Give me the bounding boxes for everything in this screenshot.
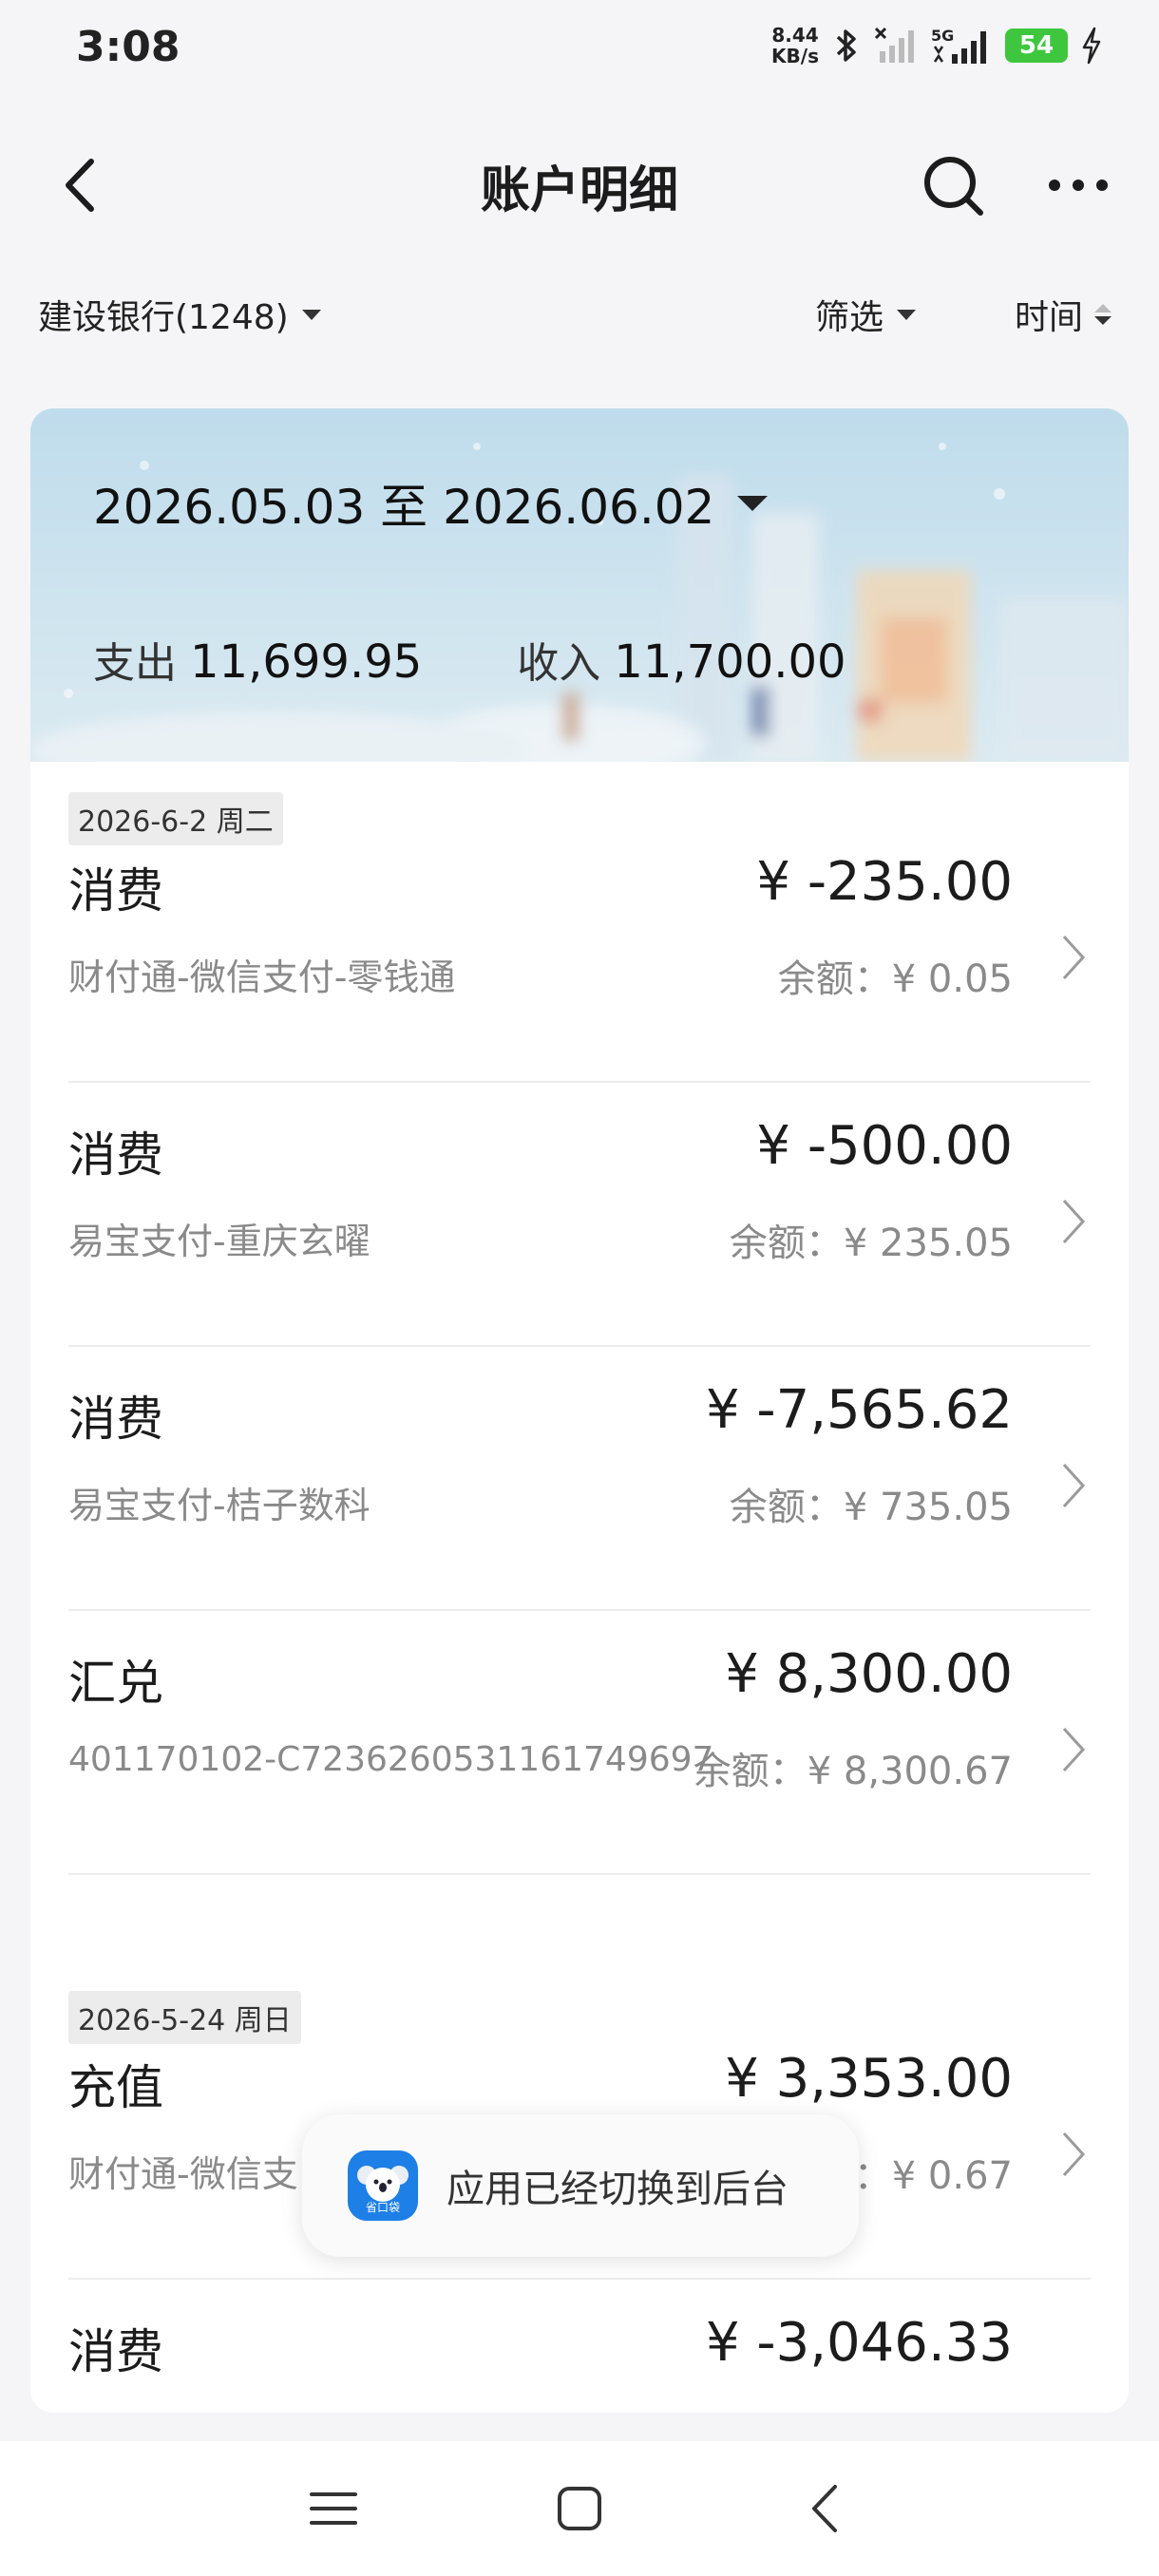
sort-by-time[interactable]: 时间 bbox=[1015, 290, 1112, 339]
expense-total: 11,699.95 bbox=[190, 635, 423, 689]
home-icon[interactable] bbox=[546, 2475, 613, 2542]
transaction-row[interactable]: 消费 ¥ -235.00 财付通-微信支付-零钱通 余额：¥ 0.05 bbox=[68, 819, 1091, 1083]
app-logo-icon: 省口袋 bbox=[348, 2150, 418, 2221]
transaction-row[interactable]: 消费 ¥ -3,046.33 bbox=[68, 2280, 1091, 2413]
chevron-right-icon bbox=[1062, 1199, 1086, 1244]
transaction-type: 充值 bbox=[68, 2060, 163, 2115]
transaction-amount: ¥ 8,300.00 bbox=[725, 1643, 1013, 1705]
income-total: 11,700.00 bbox=[614, 635, 846, 689]
account-selector-label: 建设银行(1248) bbox=[38, 298, 289, 337]
period-totals: 支出 11,699.95 收入 11,700.00 bbox=[93, 629, 846, 690]
filter-dropdown[interactable]: 筛选 bbox=[815, 290, 917, 339]
sort-icon bbox=[1094, 304, 1112, 325]
menu-icon[interactable] bbox=[300, 2475, 367, 2542]
chevron-right-icon bbox=[1062, 935, 1086, 980]
row-divider bbox=[68, 1873, 1091, 1875]
caret-down-icon bbox=[301, 309, 321, 320]
network-speed-unit: KB/s bbox=[771, 45, 819, 67]
background-switch-toast: 省口袋 应用已经切换到后台 bbox=[302, 2114, 859, 2257]
status-bar: 3:08 8.44 KB/s 5G 54 bbox=[0, 0, 1159, 104]
transaction-row[interactable]: 汇兑 ¥ 8,300.00 401170102-C723626053116174… bbox=[68, 1611, 1091, 1875]
battery-indicator: 54 bbox=[1005, 28, 1068, 63]
transaction-type: 消费 bbox=[68, 1127, 163, 1183]
chevron-right-icon bbox=[1062, 1727, 1086, 1772]
income-label: 收入 bbox=[517, 639, 601, 688]
app-logo-text: 省口袋 bbox=[366, 2201, 400, 2214]
date-range-selector[interactable]: 2026.05.03 至 2026.06.02 bbox=[93, 469, 769, 538]
chevron-right-icon bbox=[1062, 2131, 1086, 2177]
transaction-balance: 余额：¥ 0.05 bbox=[777, 957, 1013, 1001]
filter-bar: 建设银行(1248) 筛选 时间 bbox=[0, 280, 1159, 347]
transaction-amount: ¥ -235.00 bbox=[756, 851, 1013, 913]
transaction-amount: ¥ -7,565.62 bbox=[705, 1379, 1013, 1441]
transaction-description: 易宝支付-桔子数科 bbox=[68, 1485, 370, 1526]
transaction-type: 消费 bbox=[68, 863, 163, 919]
filter-dropdown-label: 筛选 bbox=[815, 298, 884, 337]
signal-no-sim-icon bbox=[874, 27, 914, 63]
transaction-type: 消费 bbox=[68, 1392, 163, 1447]
network-speed-value: 8.44 bbox=[771, 24, 819, 47]
transaction-balance: 余额：¥ 8,300.67 bbox=[693, 1750, 1013, 1793]
transaction-balance: 余额：¥ 735.05 bbox=[729, 1486, 1013, 1529]
transaction-amount: ¥ -3,046.33 bbox=[705, 2312, 1013, 2374]
search-icon[interactable] bbox=[920, 152, 988, 220]
caret-down-icon bbox=[737, 496, 769, 511]
status-time: 3:08 bbox=[76, 23, 180, 71]
expense-label: 支出 bbox=[93, 639, 177, 688]
toast-message: 应用已经切换到后台 bbox=[446, 2168, 788, 2211]
account-selector[interactable]: 建设银行(1248) bbox=[38, 290, 321, 339]
charging-icon bbox=[1082, 27, 1101, 65]
transaction-amount: ¥ -500.00 bbox=[756, 1115, 1013, 1177]
winter-scene-illustration bbox=[30, 443, 1129, 762]
date-range-text: 2026.05.03 至 2026.06.02 bbox=[93, 480, 715, 535]
system-navigation-bar bbox=[0, 2441, 1159, 2576]
transaction-row[interactable]: 消费 ¥ -7,565.62 易宝支付-桔子数科 余额：¥ 735.05 bbox=[68, 1347, 1091, 1611]
summary-banner: 2026.05.03 至 2026.06.02 支出 11,699.95 收入 … bbox=[30, 408, 1129, 762]
transaction-type: 消费 bbox=[68, 2324, 163, 2379]
top-app-bar: 账户明细 bbox=[0, 133, 1159, 237]
network-type-text: 5G bbox=[931, 27, 954, 45]
transaction-balance: 余额：¥ 235.05 bbox=[729, 1222, 1013, 1265]
transaction-description: 财付通-微信支 bbox=[68, 2153, 298, 2195]
more-options-icon[interactable] bbox=[1045, 161, 1112, 209]
transaction-description: 财付通-微信支付-零钱通 bbox=[68, 957, 456, 998]
network-speed: 8.44 KB/s bbox=[771, 25, 819, 66]
transaction-type: 汇兑 bbox=[68, 1656, 163, 1711]
transaction-row[interactable]: 消费 ¥ -500.00 易宝支付-重庆玄曜 余额：¥ 235.05 bbox=[68, 1083, 1091, 1347]
bluetooth-icon bbox=[836, 29, 856, 62]
signal-5g-icon: 5G bbox=[931, 27, 986, 64]
transaction-amount: ¥ 3,353.00 bbox=[725, 2048, 1013, 2110]
transaction-card: 2026.05.03 至 2026.06.02 支出 11,699.95 收入 … bbox=[30, 408, 1129, 2413]
caret-down-icon bbox=[897, 309, 917, 320]
sort-by-time-label: 时间 bbox=[1015, 298, 1084, 337]
chevron-right-icon bbox=[1062, 1463, 1086, 1508]
status-icons: 8.44 KB/s 5G 54 bbox=[771, 25, 1102, 66]
koala-icon: 省口袋 bbox=[357, 2166, 408, 2214]
back-nav-icon[interactable] bbox=[793, 2475, 860, 2542]
transaction-description: 401170102-C7236260531161749697 bbox=[68, 1740, 714, 1779]
transaction-description: 易宝支付-重庆玄曜 bbox=[68, 1221, 370, 1262]
account-detail-screen: 3:08 8.44 KB/s 5G 54 账户明细 建设银行(1248) 筛选 … bbox=[0, 0, 1159, 2576]
